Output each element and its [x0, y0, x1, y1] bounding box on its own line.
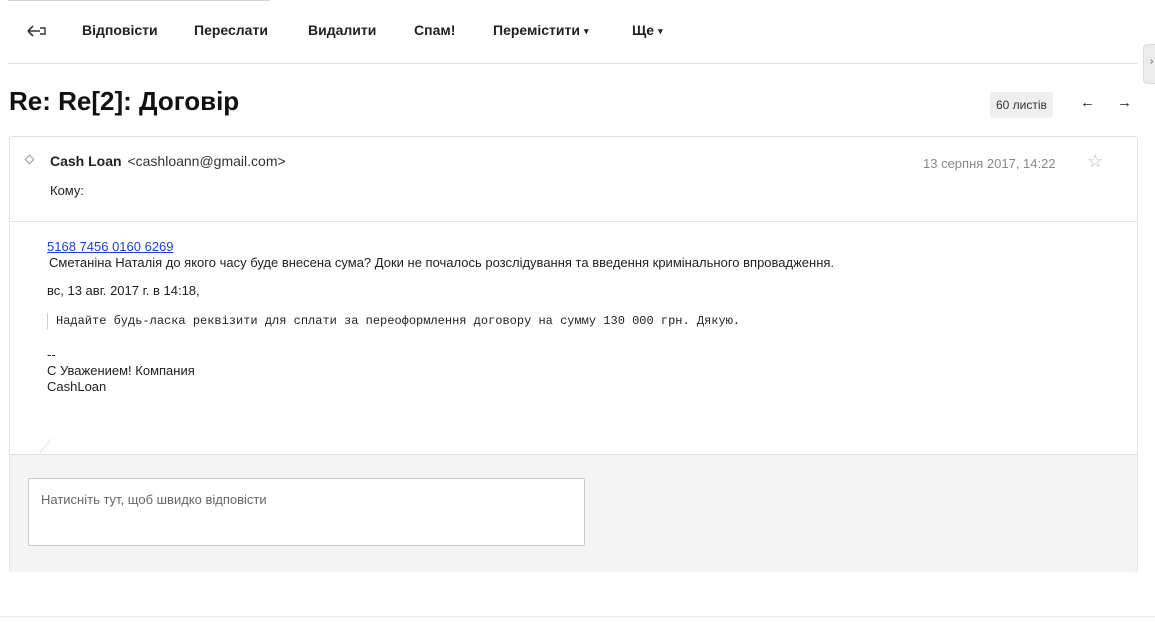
signature-line: С Уважением! Компания [47, 363, 195, 378]
message-subject: Re: Re[2]: Договір [9, 86, 240, 116]
prev-message-icon[interactable]: ← [1080, 94, 1095, 111]
next-message-icon[interactable]: → [1117, 94, 1132, 111]
sender-name[interactable]: Cash Loan [50, 153, 122, 169]
star-icon[interactable]: ☆ [1087, 151, 1103, 172]
bottom-divider [0, 616, 1155, 617]
chevron-down-icon: ▾ [658, 25, 663, 36]
message-date: 13 серпня 2017, 14:22 [923, 156, 1056, 171]
back-arrow-icon [27, 25, 46, 37]
top-divider [8, 0, 270, 1]
delete-button[interactable]: Видалити [308, 22, 376, 38]
reply-notch [39, 439, 66, 453]
forward-button[interactable]: Переслати [194, 22, 268, 38]
message-body: 5168 7456 0160 6269 Сметаніна Наталія до… [47, 239, 1107, 395]
quick-reply-placeholder: Натисніть тут, щоб швидко відповісти [41, 492, 267, 507]
back-button[interactable] [25, 18, 49, 44]
chevron-down-icon: ▾ [583, 25, 589, 36]
more-button-label: Ще [632, 22, 655, 38]
chevron-right-icon: › [1150, 56, 1154, 67]
quote-intro: вс, 13 авг. 2017 г. в 14:18, [47, 283, 200, 298]
sender-email[interactable]: <cashloann@gmail.com> [127, 153, 285, 169]
reply-button[interactable]: Відповісти [82, 22, 158, 38]
side-panel-toggle[interactable]: › [1143, 44, 1155, 84]
header-divider [10, 221, 1137, 222]
expand-dot-icon[interactable] [24, 154, 35, 165]
spam-button[interactable]: Спам! [414, 22, 455, 38]
signature: -- С Уважением! Компания CashLoan [47, 347, 1107, 395]
sender: Cash Loan <cashloann@gmail.com> [50, 153, 286, 169]
quoted-text: Надайте будь-ласка реквізити для сплати … [47, 313, 1107, 329]
message-card: Cash Loan <cashloann@gmail.com> Кому: 13… [9, 136, 1138, 572]
move-button[interactable]: Перемістити ▾ [493, 22, 589, 38]
signature-company: CashLoan [47, 379, 107, 394]
signature-dash: -- [47, 347, 56, 362]
move-button-label: Перемістити [493, 22, 580, 38]
body-paragraph: Сметаніна Наталія до якого часу буде вне… [49, 255, 835, 270]
recipients-label: Кому: [50, 183, 84, 198]
toolbar-divider [8, 63, 1138, 64]
quick-reply-input[interactable]: Натисніть тут, щоб швидко відповісти [28, 478, 585, 546]
card-number-link[interactable]: 5168 7456 0160 6269 [47, 239, 174, 254]
message-toolbar: Відповісти Переслати Видалити Спам! Пере… [0, 12, 1140, 52]
thread-count-badge[interactable]: 60 листів [990, 92, 1053, 118]
more-button[interactable]: Ще ▾ [632, 22, 663, 38]
